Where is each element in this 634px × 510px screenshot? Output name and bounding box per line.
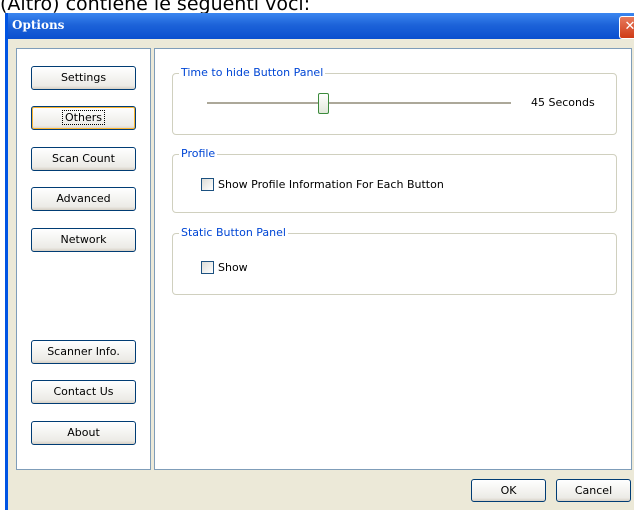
advanced-button-label: Advanced [56,192,111,205]
contact-us-button[interactable]: Contact Us [31,380,136,404]
contact-us-button-label: Contact Us [53,385,114,398]
cancel-button-label: Cancel [574,484,613,497]
network-button-label: Network [60,233,107,246]
settings-button[interactable]: Settings [31,66,136,90]
others-button[interactable]: Others [31,106,136,130]
others-button-label: Others [62,110,105,125]
hide-panel-group: Time to hide Button Panel 45 Seconds [172,66,617,135]
background-caption-text: (Altro) contiene le seguenti voci: [0,0,311,15]
show-profile-label: Show Profile Information For Each Button [218,178,444,191]
settings-button-label: Settings [60,71,107,84]
network-button[interactable]: Network [31,228,136,252]
show-static-panel-label: Show [218,261,248,274]
ok-button[interactable]: OK [471,479,546,502]
show-profile-checkbox[interactable] [201,178,214,191]
close-button[interactable]: ✕ [619,16,634,39]
scan-count-button[interactable]: Scan Count [31,147,136,171]
options-content-panel: Time to hide Button Panel 45 Seconds Pro… [154,48,632,470]
advanced-button[interactable]: Advanced [31,187,136,211]
static-panel-group-title: Static Button Panel [179,226,288,239]
scanner-info-button-label: Scanner Info. [47,345,120,358]
title-bar[interactable]: Options ✕ [8,13,634,39]
window-title: Options [12,18,65,32]
profile-group: Profile Show Profile Information For Eac… [172,147,617,213]
static-panel-group: Static Button Panel Show [172,226,617,295]
slider-value-text: 45 Seconds [531,96,595,109]
scan-count-button-label: Scan Count [52,152,115,165]
about-button-label: About [67,426,100,439]
hide-panel-slider[interactable] [207,93,511,114]
hide-panel-group-title: Time to hide Button Panel [179,66,326,79]
slider-thumb[interactable] [317,93,329,114]
ok-button-label: OK [500,484,517,497]
about-button[interactable]: About [31,421,136,445]
navigation-panel: Settings Others Scan Count Advanced Netw… [16,48,151,470]
cancel-button[interactable]: Cancel [556,479,631,502]
options-dialog: Options ✕ Settings Others Scan Count Adv… [5,13,634,510]
profile-group-title: Profile [179,147,218,160]
show-static-panel-checkbox[interactable] [201,261,214,274]
scanner-info-button[interactable]: Scanner Info. [31,340,136,364]
close-icon: ✕ [624,19,634,34]
